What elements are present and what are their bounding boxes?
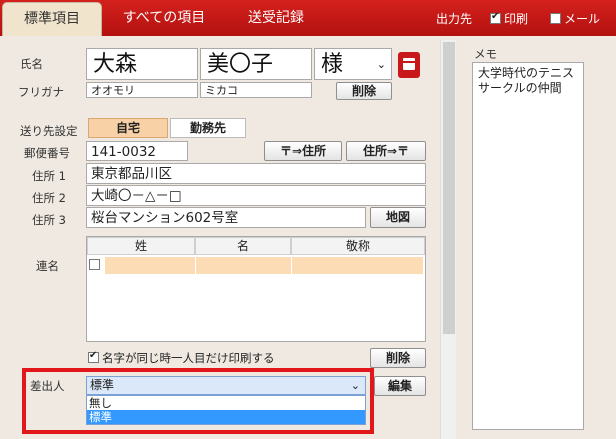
- print-label: 印刷: [504, 12, 529, 26]
- col-first-name-header: 名: [195, 237, 291, 255]
- name-label: 氏名: [20, 57, 43, 71]
- vertical-scrollbar[interactable]: [440, 40, 456, 439]
- sender-select[interactable]: 標準 ⌄: [86, 376, 366, 395]
- top-tab-bar: 標準項目 すべての項目 送受記録 出力先 印刷 メール: [0, 0, 616, 36]
- name-delete-button[interactable]: 削除: [336, 82, 392, 100]
- mail-checkbox[interactable]: メール: [550, 10, 600, 27]
- same-surname-label: 名字が同じ時一人目だけ印刷する: [102, 351, 275, 365]
- dropdown-option-none[interactable]: 無し: [87, 396, 365, 410]
- kana-first-input[interactable]: ミカコ: [200, 82, 312, 98]
- kana-last-input[interactable]: オオモリ: [86, 82, 198, 98]
- chevron-down-icon: ⌄: [350, 379, 360, 392]
- tab-all-items[interactable]: すべての項目: [108, 0, 220, 36]
- col-honorific-header: 敬称: [291, 237, 425, 255]
- mail-label: メール: [564, 12, 601, 26]
- address3-input[interactable]: 桜台マンション602号室: [86, 207, 366, 228]
- sender-label: 差出人: [30, 379, 65, 393]
- col-last-name-header: 姓: [87, 237, 195, 255]
- checkbox-checked-icon: [490, 11, 501, 24]
- joint-name-label: 連名: [36, 259, 59, 273]
- address-to-zip-button[interactable]: 住所⇒〒: [346, 141, 426, 161]
- output-label: 出力先: [436, 12, 473, 26]
- last-name-input[interactable]: 大森: [86, 48, 198, 80]
- same-surname-checkbox[interactable]: 名字が同じ時一人目だけ印刷する: [88, 350, 275, 366]
- chevron-down-icon: ⌄: [376, 58, 386, 71]
- joint-delete-button[interactable]: 削除: [370, 348, 426, 368]
- checkbox-unchecked-icon: [89, 259, 100, 270]
- row-checkbox[interactable]: [89, 258, 103, 272]
- address1-input[interactable]: 東京都品川区: [86, 163, 426, 184]
- checkbox-checked-icon: [88, 350, 99, 363]
- map-button[interactable]: 地図: [370, 207, 426, 228]
- address3-label: 住所 3: [32, 213, 66, 227]
- sender-selected-value: 標準: [90, 378, 115, 392]
- memo-label: メモ: [474, 47, 497, 61]
- joint-name-grid: 姓 名 敬称: [86, 236, 426, 342]
- zip-to-address-button[interactable]: 〒⇒住所: [264, 141, 342, 161]
- dropdown-option-standard[interactable]: 標準: [87, 410, 365, 424]
- kana-label: フリガナ: [18, 85, 64, 99]
- sender-edit-button[interactable]: 編集: [374, 376, 426, 396]
- checkbox-unchecked-icon: [550, 13, 561, 24]
- tab-standard[interactable]: 標準項目: [2, 2, 102, 36]
- address2-label: 住所 2: [32, 191, 66, 205]
- scrollbar-thumb[interactable]: [443, 42, 455, 334]
- zip-label: 郵便番号: [24, 146, 70, 160]
- tab-send-receive-log[interactable]: 送受記録: [230, 0, 322, 36]
- first-name-input[interactable]: 美〇子: [200, 48, 312, 80]
- destination-label: 送り先設定: [20, 124, 78, 138]
- address2-input[interactable]: 大崎〇－△－□: [86, 185, 426, 206]
- home-tab[interactable]: 自宅: [88, 118, 168, 138]
- table-row[interactable]: [105, 257, 423, 274]
- sender-dropdown-list: 無し 標準: [86, 395, 366, 425]
- zip-input[interactable]: 141-0032: [86, 141, 188, 161]
- print-checkbox[interactable]: 印刷: [490, 10, 528, 27]
- honorific-select[interactable]: 様 ⌄: [314, 48, 392, 80]
- address-book-icon[interactable]: [398, 52, 420, 78]
- address1-label: 住所 1: [32, 169, 66, 183]
- memo-textarea[interactable]: 大学時代のテニスサークルの仲間: [472, 62, 584, 430]
- honorific-value: 様: [321, 52, 344, 77]
- work-tab[interactable]: 勤務先: [170, 118, 246, 138]
